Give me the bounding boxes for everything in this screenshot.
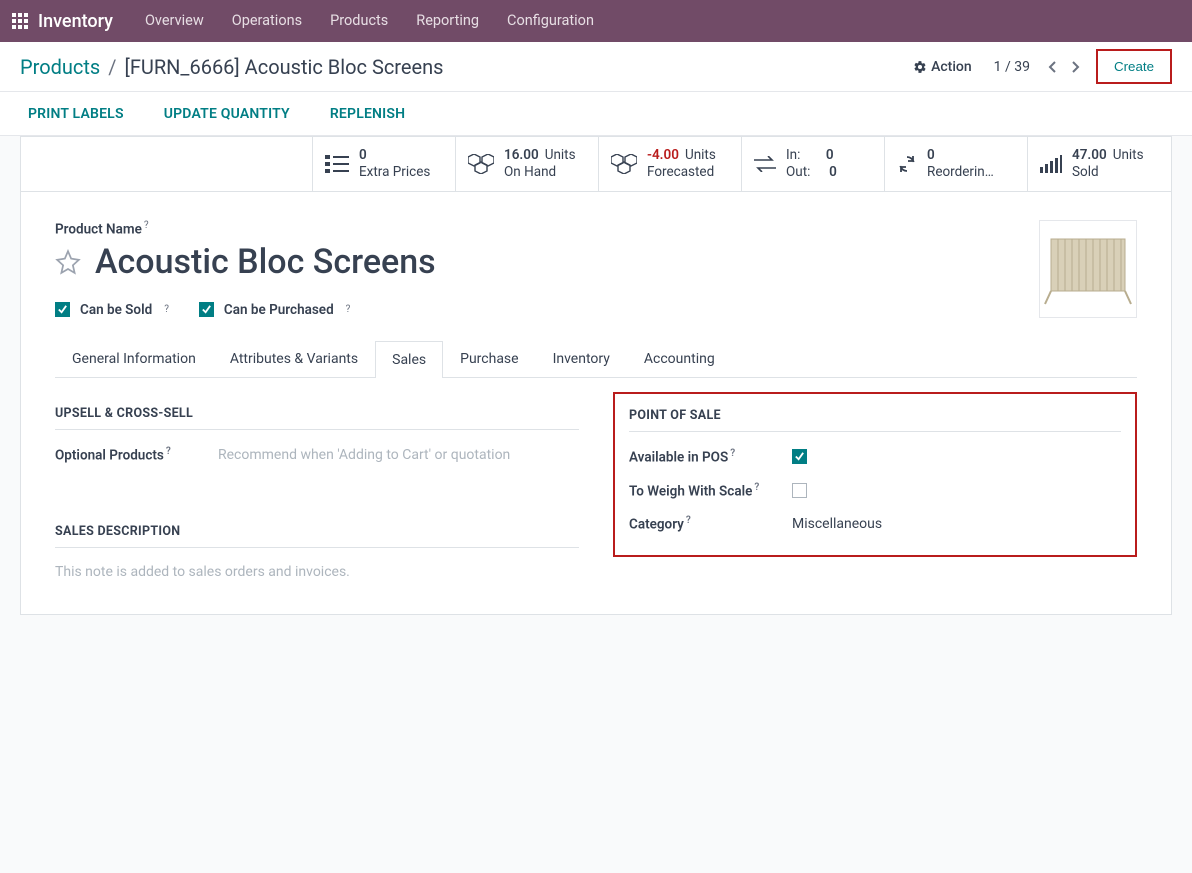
pager-next[interactable] [1064, 52, 1088, 82]
stat-on-hand-value: 16.00 [504, 147, 539, 164]
action-bar: PRINT LABELS UPDATE QUANTITY REPLENISH [0, 92, 1192, 136]
help-icon[interactable]: ? [164, 304, 169, 315]
favorite-star-icon[interactable] [55, 249, 81, 275]
boxes-icon [611, 154, 637, 174]
breadcrumb-root[interactable]: Products [20, 55, 100, 79]
optional-products-label: Optional Products [55, 448, 164, 464]
help-icon[interactable]: ? [754, 482, 759, 493]
stat-forecasted[interactable]: -4.00 Units Forecasted [599, 137, 742, 191]
top-navbar: Inventory Overview Operations Products R… [0, 0, 1192, 42]
category-value[interactable]: Miscellaneous [792, 516, 882, 532]
sales-desc-title: SALES DESCRIPTION [55, 524, 579, 548]
apps-icon[interactable] [12, 13, 28, 29]
stat-in-out[interactable]: In: 0 Out: 0 [742, 137, 885, 191]
refresh-icon [897, 154, 917, 174]
nav-reporting[interactable]: Reporting [402, 0, 493, 42]
tabs: General Information Attributes & Variant… [55, 340, 1137, 378]
stat-sold-unit: Units [1113, 147, 1144, 164]
help-icon[interactable]: ? [730, 448, 735, 459]
stat-sold-label: Sold [1072, 164, 1144, 181]
tab-general-information[interactable]: General Information [55, 340, 213, 377]
stat-forecasted-unit: Units [685, 147, 716, 164]
stat-out-value: 0 [829, 164, 837, 181]
help-icon[interactable]: ? [166, 446, 171, 457]
product-card: 0 Extra Prices 16.00 Units On Hand -4.00… [20, 136, 1172, 615]
nav-overview[interactable]: Overview [131, 0, 218, 42]
pager[interactable]: 1 / 39 [994, 59, 1030, 75]
stat-on-hand-label: On Hand [504, 164, 576, 181]
can-be-purchased-checkbox[interactable]: Can be Purchased? [199, 302, 350, 318]
breadcrumb-sep: / [108, 55, 116, 79]
can-be-sold-label: Can be Sold [80, 302, 152, 318]
stat-sold-value: 47.00 [1072, 147, 1107, 164]
sales-desc-input[interactable]: This note is added to sales orders and i… [55, 564, 579, 580]
upsell-section-title: UPSELL & CROSS-SELL [55, 406, 579, 430]
stat-sold[interactable]: 47.00 Units Sold [1028, 137, 1171, 191]
nav-operations[interactable]: Operations [218, 0, 316, 42]
stat-reordering-label: Reorderin… [927, 164, 994, 181]
form-body: Product Name? Acoustic Bloc Screens Can … [21, 192, 1171, 614]
nav-configuration[interactable]: Configuration [493, 0, 608, 42]
help-icon[interactable]: ? [346, 304, 351, 315]
available-in-pos-checkbox[interactable] [792, 449, 807, 464]
stat-in-label: In: [786, 147, 800, 164]
to-weigh-label: To Weigh With Scale [629, 483, 752, 499]
action-menu[interactable]: Action [913, 59, 972, 75]
chevron-right-icon [1072, 61, 1080, 73]
optional-products-input[interactable]: Recommend when 'Adding to Cart' or quota… [218, 447, 510, 463]
stat-forecasted-value: -4.00 [647, 147, 679, 164]
breadcrumb-current: [FURN_6666] Acoustic Bloc Screens [125, 55, 444, 79]
can-be-sold-checkbox[interactable]: Can be Sold? [55, 302, 169, 318]
tab-purchase[interactable]: Purchase [443, 340, 535, 377]
gear-icon [913, 60, 927, 74]
to-weigh-checkbox[interactable] [792, 483, 807, 498]
action-label: Action [931, 59, 972, 75]
update-quantity-button[interactable]: UPDATE QUANTITY [164, 106, 290, 122]
stat-strip: 0 Extra Prices 16.00 Units On Hand -4.00… [21, 137, 1171, 192]
can-be-purchased-label: Can be Purchased [224, 302, 334, 318]
stat-extra-prices[interactable]: 0 Extra Prices [313, 137, 456, 191]
stat-reordering[interactable]: 0 Reorderin… [885, 137, 1028, 191]
stat-extra-prices-label: Extra Prices [359, 164, 430, 181]
create-button[interactable]: Create [1096, 49, 1172, 84]
stat-in-value: 0 [826, 147, 834, 164]
product-name-label: Product Name [55, 222, 142, 238]
product-name[interactable]: Acoustic Bloc Screens [95, 242, 436, 282]
tab-inventory[interactable]: Inventory [536, 340, 627, 377]
stat-reordering-value: 0 [927, 147, 994, 164]
product-image[interactable] [1039, 220, 1137, 318]
print-labels-button[interactable]: PRINT LABELS [28, 106, 124, 122]
tab-accounting[interactable]: Accounting [627, 340, 732, 377]
nav-products[interactable]: Products [316, 0, 402, 42]
stat-out-label: Out: [786, 164, 810, 181]
pos-section-title: POINT OF SALE [629, 408, 1121, 432]
help-icon[interactable]: ? [144, 220, 149, 231]
point-of-sale-highlight: POINT OF SALE Available in POS? To Weigh… [613, 392, 1137, 557]
product-thumbnail-icon [1043, 229, 1133, 309]
category-label: Category [629, 517, 684, 533]
pager-prev[interactable] [1040, 52, 1064, 82]
boxes-icon [468, 154, 494, 174]
transfer-icon [754, 156, 776, 172]
available-in-pos-label: Available in POS [629, 450, 728, 466]
tab-attributes-variants[interactable]: Attributes & Variants [213, 340, 375, 377]
bars-icon [1040, 155, 1062, 173]
help-icon[interactable]: ? [686, 515, 691, 526]
list-icon [325, 155, 349, 173]
replenish-button[interactable]: REPLENISH [330, 106, 405, 122]
stat-forecasted-label: Forecasted [647, 164, 716, 181]
stat-on-hand-unit: Units [545, 147, 576, 164]
tab-sales[interactable]: Sales [375, 341, 443, 378]
stat-extra-prices-value: 0 [359, 147, 430, 164]
tab-content-sales: UPSELL & CROSS-SELL Optional Products? R… [55, 378, 1137, 580]
app-brand[interactable]: Inventory [38, 11, 113, 32]
stat-on-hand[interactable]: 16.00 Units On Hand [456, 137, 599, 191]
breadcrumb-row: Products / [FURN_6666] Acoustic Bloc Scr… [0, 42, 1192, 92]
chevron-left-icon [1048, 61, 1056, 73]
